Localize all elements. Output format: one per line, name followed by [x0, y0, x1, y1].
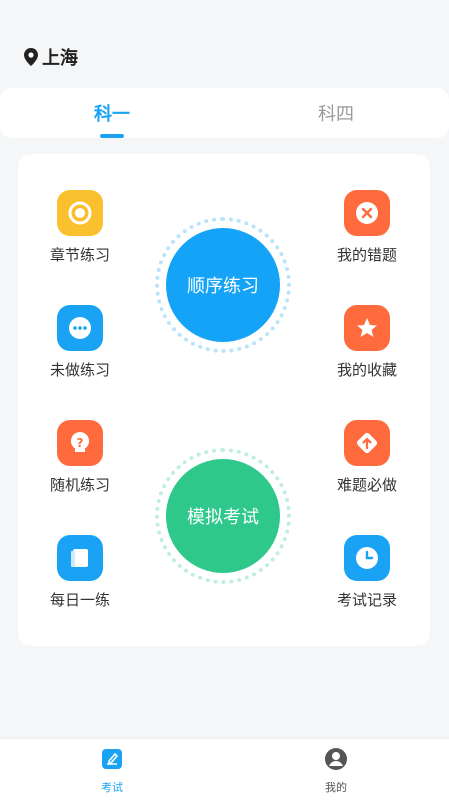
- more-dots-icon: [57, 305, 103, 351]
- daily-practice-button[interactable]: 每日一练: [35, 535, 125, 610]
- clock-icon: [344, 535, 390, 581]
- nav-exam-label: 考试: [101, 781, 123, 794]
- my-mistakes-button[interactable]: 我的错题: [322, 190, 412, 265]
- exam-records-button[interactable]: 考试记录: [322, 535, 412, 610]
- undone-practice-button[interactable]: 未做练习: [35, 305, 125, 380]
- hard-questions-button[interactable]: 难题必做: [322, 420, 412, 495]
- tab-subject-one[interactable]: 科一: [72, 100, 152, 126]
- nav-mine[interactable]: 我的: [306, 747, 366, 795]
- subject-tabs: 科一 科四: [0, 88, 449, 138]
- tab-indicator: [100, 134, 124, 138]
- location-label: 上海: [42, 48, 78, 69]
- hard-questions-label: 难题必做: [336, 476, 397, 494]
- arrow-up-icon: [344, 420, 390, 466]
- location[interactable]: 上海: [24, 44, 78, 70]
- question-icon: ?: [57, 420, 103, 466]
- sequential-practice-label: 顺序练习: [166, 228, 280, 342]
- star-icon: [344, 305, 390, 351]
- random-practice-button[interactable]: ? 随机练习: [35, 420, 125, 495]
- edit-icon: [102, 749, 122, 769]
- close-icon: [344, 190, 390, 236]
- my-mistakes-label: 我的错题: [336, 246, 397, 264]
- mock-exam-label: 模拟考试: [166, 459, 280, 573]
- nav-mine-label: 我的: [325, 781, 347, 794]
- sequential-practice-button[interactable]: 顺序练习: [155, 217, 291, 353]
- random-practice-label: 随机练习: [49, 476, 110, 494]
- chapter-practice-button[interactable]: 章节练习: [35, 190, 125, 265]
- book-icon: [57, 535, 103, 581]
- undone-practice-label: 未做练习: [49, 361, 110, 379]
- user-icon: [325, 748, 347, 770]
- target-icon: [57, 190, 103, 236]
- exam-records-label: 考试记录: [336, 591, 397, 609]
- svg-text:?: ?: [77, 436, 84, 450]
- my-favorites-label: 我的收藏: [336, 361, 397, 379]
- daily-practice-label: 每日一练: [49, 591, 110, 609]
- chapter-practice-label: 章节练习: [49, 246, 110, 264]
- tab-subject-four[interactable]: 科四: [296, 100, 376, 126]
- mock-exam-button[interactable]: 模拟考试: [155, 448, 291, 584]
- bottom-nav: 考试 我的: [0, 738, 449, 800]
- my-favorites-button[interactable]: 我的收藏: [322, 305, 412, 380]
- nav-exam[interactable]: 考试: [82, 747, 142, 795]
- location-pin-icon: [24, 48, 38, 66]
